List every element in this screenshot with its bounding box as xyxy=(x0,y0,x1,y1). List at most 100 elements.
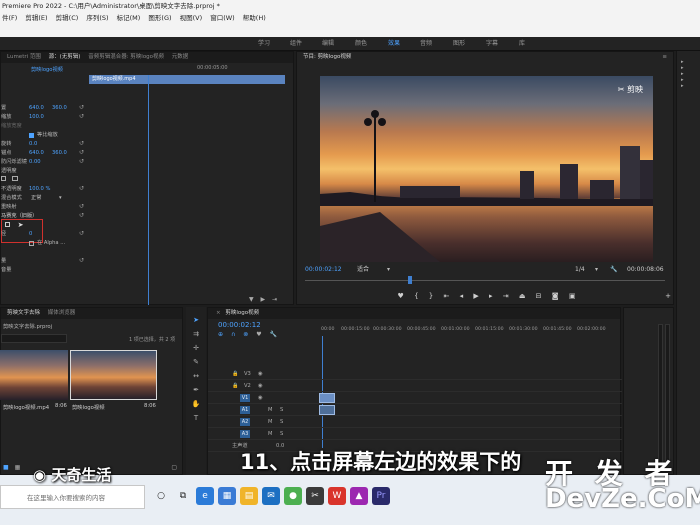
rectangle-mask-icon[interactable] xyxy=(11,176,18,181)
marker-icon[interactable]: ♥ xyxy=(256,331,261,338)
track-a3-target[interactable]: A3 xyxy=(240,430,250,438)
menu-view[interactable]: 视图(V) xyxy=(180,13,203,24)
effects-panel-collapsed[interactable]: ▸ ▸ ▸ ▸ ▸ xyxy=(676,51,700,475)
taskbar-search-input[interactable]: 在这里输入你要搜索的内容 xyxy=(0,485,145,509)
menu-sequence[interactable]: 序列(S) xyxy=(86,13,108,24)
reset-icon[interactable]: ↺ xyxy=(79,149,84,156)
play-only-icon[interactable]: ▶ xyxy=(261,296,266,303)
effect-playhead[interactable] xyxy=(148,75,149,305)
nest-icon[interactable]: ⊕ xyxy=(218,331,223,338)
premiere-pro-icon[interactable]: Pr xyxy=(372,487,390,505)
chevron-down-icon[interactable]: ▾ xyxy=(595,265,598,275)
track-select-icon[interactable]: ⇉ xyxy=(191,329,201,339)
wrench-icon[interactable]: 🔧 xyxy=(610,265,617,275)
menu-markers[interactable]: 标记(M) xyxy=(117,13,141,24)
reset-icon[interactable]: ↺ xyxy=(79,140,84,147)
uniform-scale-checkbox[interactable] xyxy=(29,133,34,138)
menu-help[interactable]: 帮助(H) xyxy=(243,13,266,24)
solo-button[interactable]: S xyxy=(280,404,283,416)
program-video-frame[interactable]: ✂ 剪映 xyxy=(320,76,653,262)
tab-lumetri-scopes[interactable]: Lumetri 范围 xyxy=(7,54,41,60)
effect-clip-title[interactable]: 剪映logo视频 xyxy=(31,67,63,73)
timeline-sequence-tab[interactable]: 剪映logo视频 xyxy=(225,310,259,316)
anti-flicker-value[interactable]: 0.00 xyxy=(29,158,41,167)
track-a1-target[interactable]: A1 xyxy=(240,406,250,414)
tab-project[interactable]: 剪映文字去除 xyxy=(7,310,40,316)
mute-button[interactable]: M xyxy=(268,428,272,440)
export-icon[interactable]: ⇥ xyxy=(272,296,277,303)
track-a2-target[interactable]: A2 xyxy=(240,418,250,426)
reset-icon[interactable]: ↺ xyxy=(79,257,84,264)
blend-mode-select[interactable]: 正常 xyxy=(31,194,41,203)
wrench-icon[interactable]: 🔧 xyxy=(270,331,277,338)
program-playhead[interactable] xyxy=(408,276,412,284)
ellipse-mask-icon[interactable] xyxy=(1,176,6,181)
filter-icon[interactable]: ▼ xyxy=(249,296,254,303)
edge-browser-icon[interactable]: e xyxy=(196,487,214,505)
reset-icon[interactable]: ↺ xyxy=(79,158,84,165)
fit-select[interactable]: 适合 xyxy=(357,265,369,275)
workspace-audio[interactable]: 音频 xyxy=(420,37,432,51)
new-item-icon[interactable]: ▢ xyxy=(171,464,177,471)
prop-time-remap[interactable]: 重映射 xyxy=(1,203,17,212)
prop-opacity-group[interactable]: 透明度 xyxy=(1,167,17,176)
menu-icon[interactable]: ≡ xyxy=(662,52,667,63)
type-tool-icon[interactable]: T xyxy=(191,413,201,423)
project-search-input[interactable] xyxy=(1,334,67,343)
anchor-x-value[interactable]: 640.0 xyxy=(29,149,44,158)
add-marker-icon[interactable]: ♥ xyxy=(398,292,404,300)
timeline-timecode[interactable]: 00:00:02:12 xyxy=(218,321,261,329)
hand-tool-icon[interactable]: ✋ xyxy=(191,399,201,409)
camera-icon[interactable]: ◙ xyxy=(552,292,559,300)
chevron-down-icon[interactable]: ▾ xyxy=(387,265,390,275)
list-view-icon[interactable]: ■ xyxy=(3,464,9,471)
workspace-effects[interactable]: 效果 xyxy=(388,37,400,51)
workspace-editing[interactable]: 编辑 xyxy=(322,37,334,51)
lift-icon[interactable]: ⏏ xyxy=(519,292,526,300)
go-to-out-icon[interactable]: ⇥ xyxy=(503,292,509,300)
capcut-icon[interactable]: ✂ xyxy=(306,487,324,505)
extract-icon[interactable]: ⊟ xyxy=(536,292,542,300)
lock-icon[interactable]: 🔒 xyxy=(232,368,238,380)
effects-tree-stub[interactable]: ▸ ▸ ▸ ▸ ▸ xyxy=(681,59,697,149)
cortana-icon[interactable]: ○ xyxy=(152,487,170,505)
effect-clip-bar[interactable]: 剪映logo视频.mp4 xyxy=(89,75,285,84)
tab-metadata[interactable]: 元数据 xyxy=(172,54,189,60)
tab-source[interactable]: 源：(无剪辑) xyxy=(49,54,81,60)
mark-in-icon[interactable]: { xyxy=(414,292,418,300)
pen-tool-icon[interactable]: ✒ xyxy=(191,385,201,395)
compare-icon[interactable]: ▣ xyxy=(569,292,576,300)
lock-icon[interactable]: 🔒 xyxy=(232,380,238,392)
store-icon[interactable]: ▦ xyxy=(218,487,236,505)
eye-icon[interactable]: ◉ xyxy=(258,380,263,392)
mute-button[interactable]: M xyxy=(268,416,272,428)
ripple-edit-icon[interactable]: ✛ xyxy=(191,343,201,353)
position-y-value[interactable]: 360.0 xyxy=(52,104,67,113)
position-x-value[interactable]: 640.0 xyxy=(29,104,44,113)
tab-media-browser[interactable]: 媒体浏览器 xyxy=(48,310,76,316)
reset-icon[interactable]: ↺ xyxy=(79,203,84,210)
timeline-ruler[interactable]: 00:00 00:00:15:00 00:00:30:00 00:00:45:0… xyxy=(321,327,621,336)
step-back-icon[interactable]: ◂ xyxy=(460,292,464,300)
program-timecode[interactable]: 00:00:02:12 xyxy=(305,266,342,273)
mark-out-icon[interactable]: } xyxy=(429,292,433,300)
prop-volume-group[interactable]: 量 xyxy=(1,257,6,266)
anchor-y-value[interactable]: 360.0 xyxy=(52,149,67,158)
tab-audio-mixer[interactable]: 音频剪辑混合器: 剪映logo视频 xyxy=(88,54,164,60)
close-icon[interactable]: × xyxy=(216,310,221,316)
audio-clip[interactable] xyxy=(319,405,335,415)
program-scrubber[interactable] xyxy=(305,276,665,284)
reset-icon[interactable]: ↺ xyxy=(79,185,84,192)
radius-value[interactable]: 0 xyxy=(29,230,32,239)
menu-file[interactable]: 件(F) xyxy=(2,13,17,24)
reset-icon[interactable]: ↺ xyxy=(79,230,84,237)
add-button-icon[interactable]: + xyxy=(665,292,671,300)
mute-button[interactable]: M xyxy=(268,404,272,416)
workspace-captions[interactable]: 字幕 xyxy=(486,37,498,51)
project-thumb-sequence[interactable] xyxy=(70,350,157,400)
workspace-learning[interactable]: 学习 xyxy=(258,37,270,51)
workspace-assembly[interactable]: 组件 xyxy=(290,37,302,51)
solo-button[interactable]: S xyxy=(280,416,283,428)
workspace-libraries[interactable]: 库 xyxy=(519,37,525,51)
wps-icon[interactable]: W xyxy=(328,487,346,505)
